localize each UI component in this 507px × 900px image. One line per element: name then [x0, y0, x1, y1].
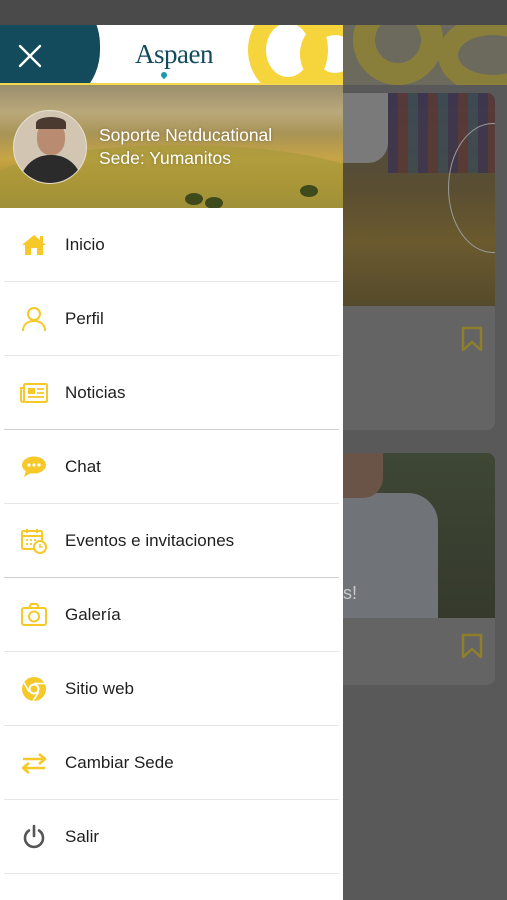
home-icon: [19, 230, 49, 260]
menu-item-label: Cambiar Sede: [65, 753, 174, 772]
app-logo: Aspaen: [135, 39, 213, 69]
menu-item-label: Perfil: [65, 309, 104, 328]
menu-item-salir[interactable]: Salir: [0, 800, 343, 874]
menu-item-sitio-web[interactable]: Sitio web: [0, 652, 343, 726]
close-icon: [18, 44, 42, 68]
navigation-drawer: Aspaen Soporte Netducational Sede: Yuman…: [0, 25, 343, 900]
status-bar: [0, 0, 507, 25]
drawer-header: Aspaen: [0, 25, 343, 85]
background-header: [343, 25, 507, 85]
menu-item-label: Chat: [65, 457, 101, 476]
menu-item-chat[interactable]: Chat: [0, 430, 343, 504]
camera-icon: [19, 600, 49, 630]
user-icon: [19, 304, 49, 334]
newspaper-icon: [19, 378, 49, 408]
news-card[interactable]: s!: [343, 453, 495, 685]
news-card-image: [343, 93, 495, 306]
menu-item-galeria[interactable]: Galería: [0, 578, 343, 652]
menu-item-label: Salir: [65, 827, 100, 846]
avatar[interactable]: [13, 110, 87, 184]
power-icon: [19, 822, 49, 852]
menu-item-noticias[interactable]: Noticias: [0, 356, 343, 430]
menu-item-label: Noticias: [65, 383, 126, 402]
menu-item-label: Inicio: [65, 235, 105, 254]
menu-item-perfil[interactable]: Perfil: [0, 282, 343, 356]
bookmark-icon[interactable]: [461, 633, 483, 659]
close-button[interactable]: [8, 35, 52, 77]
profile-info: Soporte Netducational Sede: Yumanitos: [99, 124, 272, 170]
news-card-image: s!: [343, 453, 495, 618]
drawer-menu: Inicio Perfil Noticias Chat Eventos e in…: [0, 208, 343, 874]
menu-item-inicio[interactable]: Inicio: [0, 208, 343, 282]
menu-item-label: Eventos e invitaciones: [65, 531, 235, 550]
calendar-clock-icon: [19, 526, 49, 556]
chat-bubble-icon: [19, 452, 49, 482]
menu-item-eventos[interactable]: Eventos e invitaciones: [0, 504, 343, 578]
menu-item-label: Sitio web: [65, 679, 134, 698]
profile-campus: Sede: Yumanitos: [99, 148, 231, 168]
profile-name: Soporte Netducational: [99, 125, 273, 145]
news-card[interactable]: [343, 93, 495, 430]
swap-arrows-icon: [19, 748, 49, 778]
chrome-icon: [19, 674, 49, 704]
profile-header: Soporte Netducational Sede: Yumanitos: [0, 85, 343, 208]
menu-item-cambiar-sede[interactable]: Cambiar Sede: [0, 726, 343, 800]
bookmark-icon[interactable]: [461, 326, 483, 352]
logo-dot-icon: [159, 70, 169, 80]
background-feed: s!: [343, 25, 507, 900]
news-card-overlay-text: s!: [343, 583, 358, 603]
menu-item-label: Galería: [65, 605, 121, 624]
